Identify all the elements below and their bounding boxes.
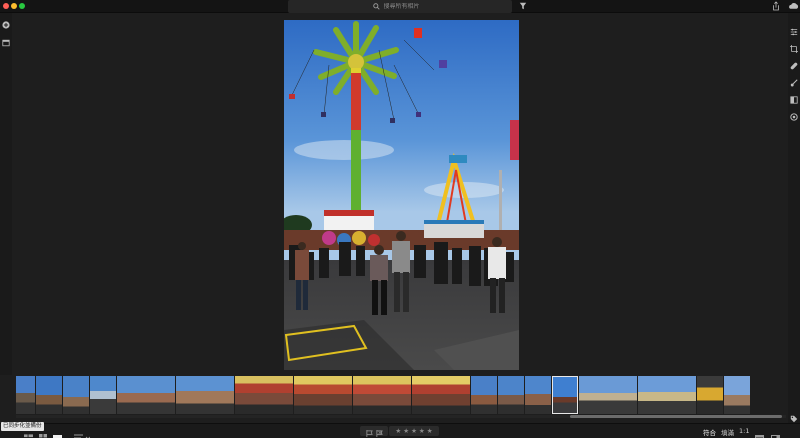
filmstrip-thumbnail-selected[interactable] bbox=[552, 376, 578, 414]
detail-view-icon[interactable] bbox=[53, 427, 62, 438]
compare-view-icon[interactable] bbox=[755, 427, 764, 438]
filter-icon[interactable] bbox=[519, 2, 527, 10]
main-photo-preview[interactable] bbox=[284, 20, 519, 370]
sort-icon[interactable] bbox=[74, 427, 91, 438]
filmstrip-thumbnail[interactable] bbox=[697, 376, 723, 414]
filmstrip-thumbnail[interactable] bbox=[638, 376, 696, 414]
info-panel-icon[interactable] bbox=[771, 427, 780, 438]
photo-app-window: ★ ★ ★ ★ ★ 符合 填滿 1:1 已同步化並備份 bbox=[0, 0, 800, 438]
rating-star[interactable]: ★ bbox=[411, 427, 417, 435]
radial-gradient-icon[interactable] bbox=[790, 106, 798, 125]
filmstrip-thumbnail[interactable] bbox=[498, 376, 524, 414]
window-maximize-button[interactable] bbox=[19, 3, 25, 9]
fairground-photo bbox=[284, 20, 519, 370]
filmstrip-thumbnail[interactable] bbox=[16, 376, 35, 414]
top-bar bbox=[0, 0, 800, 13]
rating-star[interactable]: ★ bbox=[403, 427, 409, 435]
reject-flag-icon[interactable] bbox=[375, 422, 383, 438]
left-rail bbox=[0, 13, 12, 375]
pick-flag-icon[interactable] bbox=[365, 422, 373, 438]
filmstrip-thumbnail[interactable] bbox=[724, 376, 750, 414]
right-rail-tools bbox=[788, 13, 800, 423]
share-icon[interactable] bbox=[772, 1, 780, 11]
rating-star[interactable]: ★ bbox=[395, 427, 401, 435]
bottom-toolbar: ★ ★ ★ ★ ★ 符合 填滿 1:1 bbox=[0, 423, 800, 438]
filmstrip-scrollbar-thumb[interactable] bbox=[570, 415, 782, 418]
filmstrip-thumbnail[interactable] bbox=[294, 376, 352, 414]
search-icon bbox=[372, 3, 380, 10]
filmstrip-thumbnail[interactable] bbox=[579, 376, 637, 414]
filmstrip-thumbnail[interactable] bbox=[63, 376, 89, 414]
filmstrip-thumbnail[interactable] bbox=[90, 376, 116, 414]
filmstrip-thumbnail[interactable] bbox=[353, 376, 411, 414]
zoom-fill-button[interactable]: 填滿 bbox=[721, 427, 734, 437]
zoom-1to1-button[interactable]: 1:1 bbox=[739, 427, 749, 435]
add-photos-icon[interactable] bbox=[2, 21, 10, 29]
cloud-sync-icon[interactable] bbox=[788, 2, 799, 10]
filmstrip-thumbnail[interactable] bbox=[117, 376, 175, 414]
rating-star[interactable]: ★ bbox=[427, 427, 433, 435]
filmstrip-thumbnail[interactable] bbox=[471, 376, 497, 414]
rating-star[interactable]: ★ bbox=[419, 427, 425, 435]
zoom-fit-button[interactable]: 符合 bbox=[703, 427, 716, 437]
window-close-button[interactable] bbox=[3, 3, 9, 9]
window-minimize-button[interactable] bbox=[11, 3, 17, 9]
filmstrip[interactable] bbox=[16, 376, 786, 414]
filmstrip-thumbnail[interactable] bbox=[525, 376, 551, 414]
library-panel-icon[interactable] bbox=[2, 39, 10, 47]
filmstrip-thumbnail[interactable] bbox=[412, 376, 470, 414]
flag-controls bbox=[360, 426, 388, 437]
filmstrip-thumbnail[interactable] bbox=[176, 376, 234, 414]
star-rating[interactable]: ★ ★ ★ ★ ★ bbox=[389, 426, 439, 436]
search-input[interactable] bbox=[383, 3, 428, 10]
sync-status-tooltip: 已同步化並備份 bbox=[1, 422, 44, 431]
filmstrip-thumbnail[interactable] bbox=[36, 376, 62, 414]
filmstrip-thumbnail[interactable] bbox=[235, 376, 293, 414]
search-bar[interactable] bbox=[288, 0, 512, 13]
